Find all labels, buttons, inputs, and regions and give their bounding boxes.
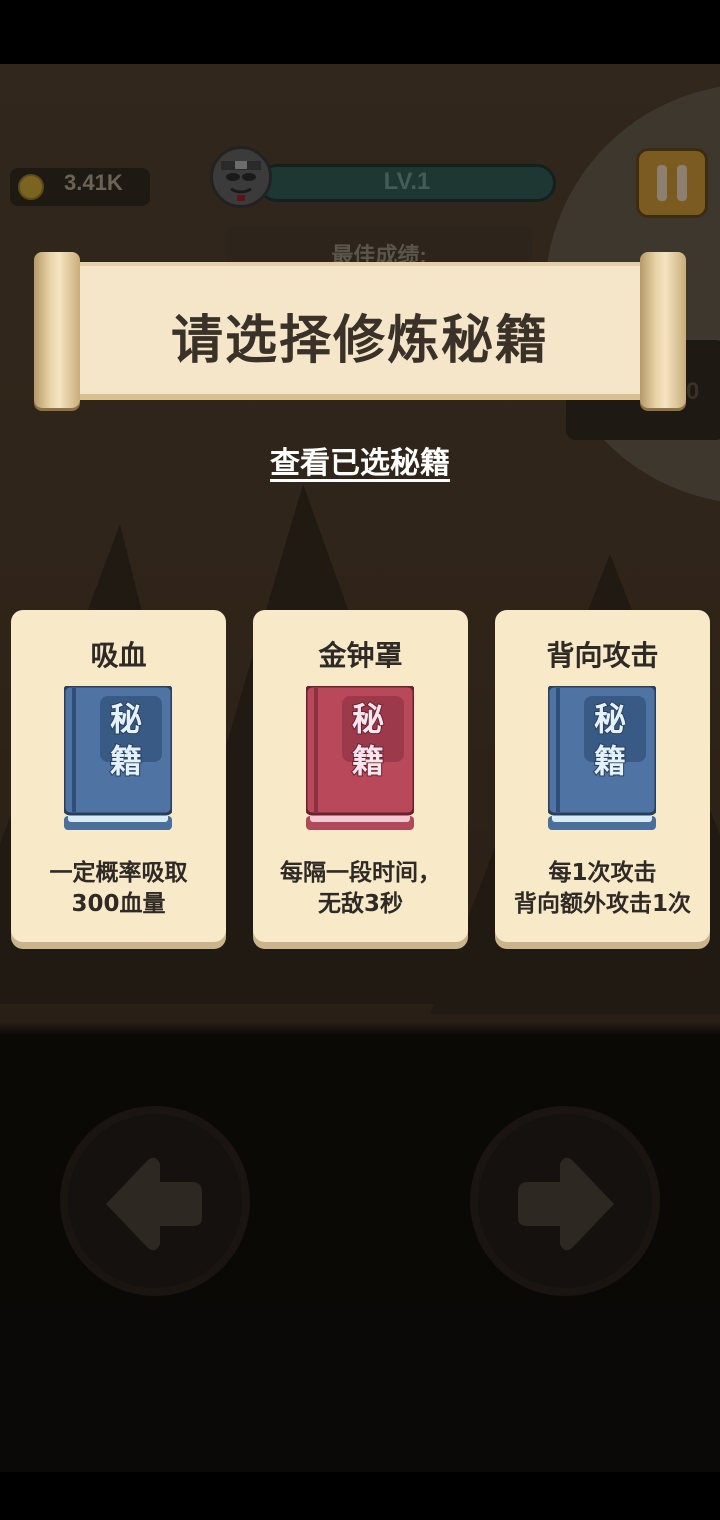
left-arrow-icon (106, 1157, 202, 1251)
coin-amount: 3.41K (64, 170, 123, 195)
svg-text:秘: 秘 (352, 700, 384, 738)
move-right-button[interactable] (470, 1106, 660, 1296)
svg-text:籍: 籍 (594, 742, 626, 780)
ninja-face-icon (221, 161, 261, 201)
skill-description-line: 每隔一段时间， (280, 860, 441, 886)
skill-card-lifesteal[interactable]: 吸血 秘 籍 一定概率吸取 300血量 (11, 610, 226, 942)
skill-description-line: 一定概率吸取 (49, 860, 188, 886)
game-screen: 3.41K LV.1 最佳成绩: 0 请选择修炼秘籍 查看已选秘籍 吸血 秘 籍… (0, 0, 720, 1520)
pause-button[interactable] (636, 148, 708, 218)
move-left-button[interactable] (60, 1106, 250, 1296)
skill-name: 背向攻击 (546, 639, 659, 672)
skill-card-back-attack[interactable]: 背向攻击 秘 籍 每1次攻击 背向额外攻击1次 (495, 610, 710, 942)
blue-book-icon: 秘 籍 (548, 686, 656, 830)
player-avatar (210, 146, 272, 208)
skill-name: 吸血 (90, 639, 147, 672)
level-label: LV.1 (383, 168, 431, 195)
skill-description: 每隔一段时间， 无敌3秒 (257, 858, 464, 920)
skill-description: 每1次攻击 背向额外攻击1次 (499, 858, 706, 920)
coin-icon (18, 174, 44, 200)
skill-description-line: 300血量 (71, 891, 166, 917)
svg-text:籍: 籍 (352, 742, 384, 780)
svg-text:秘: 秘 (594, 700, 626, 738)
skill-description-line: 每1次攻击 (548, 860, 657, 886)
side-value: 0 (686, 378, 700, 405)
skill-card-golden-bell[interactable]: 金钟罩 秘 籍 每隔一段时间， 无敌3秒 (253, 610, 468, 942)
right-arrow-icon (518, 1157, 614, 1251)
pause-bar-left (657, 165, 667, 201)
blue-book-icon: 秘 籍 (64, 686, 172, 830)
view-selected-skills-link[interactable]: 查看已选秘籍 (200, 438, 520, 482)
dialog-title: 请选择修炼秘籍 (170, 311, 549, 371)
skill-description-line: 无敌3秒 (317, 891, 403, 917)
skill-description: 一定概率吸取 300血量 (15, 858, 222, 920)
svg-text:秘: 秘 (110, 700, 142, 738)
skill-description-line: 背向额外攻击1次 (513, 891, 691, 917)
svg-text:籍: 籍 (110, 742, 142, 780)
red-book-icon: 秘 籍 (306, 686, 414, 830)
pause-bar-right (677, 165, 687, 201)
skill-name: 金钟罩 (318, 639, 403, 672)
